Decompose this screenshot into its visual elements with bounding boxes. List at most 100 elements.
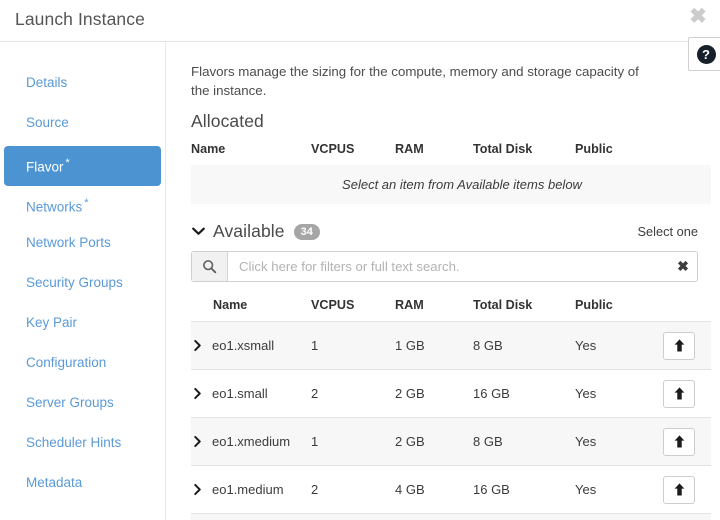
cell-public: Yes [575, 418, 651, 466]
cell-action [651, 466, 711, 514]
allocated-empty-row: Select an item from Available items belo… [191, 165, 711, 204]
cell-action [651, 370, 711, 418]
close-icon[interactable]: ✖ [687, 6, 709, 28]
add-flavor-button[interactable] [663, 476, 695, 504]
sidebar-item-label: Scheduler Hints [26, 435, 121, 450]
column-header-name: Name [191, 294, 311, 322]
sidebar-item-key-pair[interactable]: Key Pair [4, 306, 161, 346]
flavor-step-content: Flavors manage the sizing for the comput… [167, 43, 720, 520]
sidebar-item-label: Server Groups [26, 395, 114, 410]
flavor-name: eo1.small [212, 386, 268, 401]
cell-action [651, 418, 711, 466]
column-header-vcpus: VCPUS [311, 294, 395, 322]
sidebar-item-details[interactable]: Details [4, 66, 161, 106]
dialog-header: Launch Instance ✖ [0, 0, 720, 42]
chevron-down-icon[interactable] [191, 224, 206, 239]
cell-public: Yes [575, 466, 651, 514]
allocated-empty-message: Select an item from Available items belo… [320, 177, 582, 192]
cell-ram: 2 GB [395, 418, 473, 466]
flavor-name: eo1.medium [212, 482, 284, 497]
clear-search-icon[interactable]: ✖ [669, 252, 697, 281]
magnifier-glyph [202, 259, 217, 274]
question-mark-icon: ? [697, 45, 716, 64]
cell-name: eo1.xsmall [191, 322, 311, 370]
table-row[interactable]: eo1.medium 2 4 GB 16 GB Yes [191, 466, 711, 514]
sidebar-item-configuration[interactable]: Configuration [4, 346, 161, 386]
sidebar-item-label: Network Ports [26, 235, 111, 250]
arrow-up-icon [673, 338, 686, 353]
filter-search-bar[interactable]: ✖ [191, 251, 698, 282]
sidebar-item-security-groups[interactable]: Security Groups [4, 266, 161, 306]
cell-ram: 2 GB [395, 370, 473, 418]
sidebar-item-label: Key Pair [26, 315, 77, 330]
cell-name: eo1.small [191, 370, 311, 418]
help-button[interactable]: ? [688, 37, 720, 71]
column-header-action [651, 138, 711, 165]
column-header-disk: Total Disk [473, 294, 575, 322]
sidebar-item-server-groups[interactable]: Server Groups [4, 386, 161, 426]
table-row[interactable] [191, 514, 711, 520]
table-row[interactable]: eo1.xsmall 1 1 GB 8 GB Yes [191, 322, 711, 370]
arrow-up-icon [673, 386, 686, 401]
sidebar-item-source[interactable]: Source [4, 106, 161, 146]
available-table: Name VCPUS RAM Total Disk Public [191, 294, 711, 520]
column-header-ram: RAM [395, 294, 473, 322]
required-marker: * [66, 157, 70, 169]
cell-name [191, 514, 311, 520]
available-header-row: Name VCPUS RAM Total Disk Public [191, 294, 711, 322]
flavor-name: eo1.xsmall [212, 338, 274, 353]
cell-disk: 16 GB [473, 370, 575, 418]
cell-ram: 4 GB [395, 466, 473, 514]
sidebar-item-scheduler-hints[interactable]: Scheduler Hints [4, 426, 161, 466]
cell-name: eo1.xmedium [191, 418, 311, 466]
cell-vcpus: 2 [311, 370, 395, 418]
allocated-header-row: Name VCPUS RAM Total Disk Public [191, 138, 711, 165]
allocated-heading: Allocated [191, 111, 698, 132]
cell-disk: 8 GB [473, 418, 575, 466]
sidebar-item-networks[interactable]: Networks* [4, 186, 161, 226]
table-row[interactable]: eo1.small 2 2 GB 16 GB Yes [191, 370, 711, 418]
sidebar-item-metadata[interactable]: Metadata [4, 466, 161, 506]
add-flavor-button[interactable] [663, 332, 695, 360]
column-header-name: Name [191, 138, 311, 165]
column-header-public: Public [575, 294, 651, 322]
allocated-table: Name VCPUS RAM Total Disk Public Select … [191, 138, 711, 204]
sidebar-item-network-ports[interactable]: Network Ports [4, 226, 161, 266]
sidebar-item-label: Configuration [26, 355, 106, 370]
sidebar-item-label: Flavor [26, 160, 64, 175]
search-icon [192, 252, 228, 281]
cell-public: Yes [575, 370, 651, 418]
column-header-public: Public [575, 138, 651, 165]
cell-public: Yes [575, 322, 651, 370]
table-row[interactable]: eo1.xmedium 1 2 GB 8 GB Yes [191, 418, 711, 466]
sidebar-item-label: Networks [26, 200, 82, 215]
available-section-header: Available 34 Select one [191, 221, 698, 242]
available-heading: Available [213, 221, 285, 242]
add-flavor-button[interactable] [663, 380, 695, 408]
sidebar-item-flavor[interactable]: Flavor* [4, 146, 161, 186]
column-header-ram: RAM [395, 138, 473, 165]
chevron-right-icon[interactable] [191, 387, 204, 400]
cell-vcpus: 1 [311, 322, 395, 370]
sidebar-item-label: Security Groups [26, 275, 123, 290]
column-header-disk: Total Disk [473, 138, 575, 165]
cell-disk: 8 GB [473, 322, 575, 370]
cell-disk: 16 GB [473, 466, 575, 514]
sidebar-item-label: Details [26, 75, 67, 90]
arrow-up-icon [673, 434, 686, 449]
cell-ram: 1 GB [395, 322, 473, 370]
select-one-hint: Select one [638, 224, 698, 239]
sidebar-item-label: Source [26, 115, 69, 130]
column-header-vcpus: VCPUS [311, 138, 395, 165]
search-input[interactable] [228, 252, 669, 281]
available-count-badge: 34 [294, 224, 320, 240]
flavor-name: eo1.xmedium [212, 434, 290, 449]
chevron-right-icon[interactable] [191, 339, 204, 352]
chevron-right-icon[interactable] [191, 483, 204, 496]
wizard-sidebar: Details Source Flavor* Networks* Network… [0, 43, 166, 520]
cell-name: eo1.medium [191, 466, 311, 514]
launch-instance-dialog: Launch Instance ✖ ? Details Source Flavo… [0, 0, 720, 520]
chevron-right-icon[interactable] [191, 435, 204, 448]
add-flavor-button[interactable] [663, 428, 695, 456]
cell-vcpus: 2 [311, 466, 395, 514]
